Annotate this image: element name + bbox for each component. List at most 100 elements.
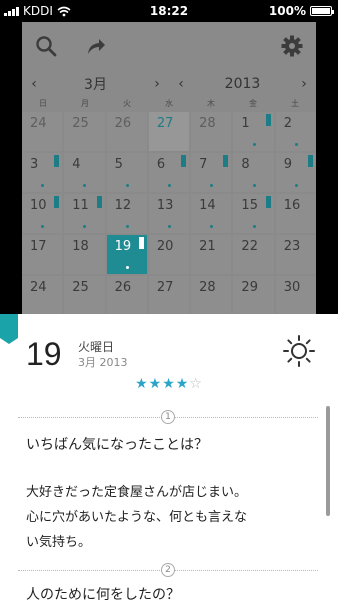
calendar-day[interactable]: 18	[64, 235, 105, 274]
calendar-day[interactable]: 28	[191, 112, 232, 151]
calendar-day[interactable]: 9	[275, 153, 316, 192]
day-number: 29	[241, 280, 258, 295]
calendar-day[interactable]: 27	[148, 112, 190, 151]
star-filled-icon[interactable]: ★	[135, 376, 149, 392]
calendar-day[interactable]: 15	[233, 194, 274, 233]
calendar-day[interactable]: 26	[106, 276, 147, 314]
calendar-day[interactable]: 10	[22, 194, 63, 233]
status-bar: KDDI 18:22 100%	[0, 0, 338, 22]
calendar-day[interactable]: 14	[191, 194, 232, 233]
star-filled-icon[interactable]: ★	[149, 376, 163, 392]
calendar-day[interactable]: 17	[22, 235, 63, 274]
prev-year-button[interactable]: ‹	[169, 76, 193, 92]
calendar-day[interactable]: 6	[148, 153, 190, 192]
share-arrow-icon[interactable]	[84, 34, 108, 58]
entry-dot-icon	[41, 225, 45, 228]
answer-text: 大好きだった定食屋さんが店じまい。 心に穴があいたような、何とも言えな い気持ち…	[26, 485, 248, 550]
calendar-day[interactable]: 5	[106, 153, 147, 192]
gear-icon[interactable]	[280, 34, 304, 58]
day-number: 6	[156, 157, 166, 172]
calendar-day[interactable]: 3	[22, 153, 63, 192]
entry-dot-icon	[167, 225, 171, 228]
calendar-day[interactable]: 7	[191, 153, 232, 192]
star-empty-icon[interactable]: ☆	[189, 376, 203, 392]
calendar-day[interactable]: 21	[191, 235, 232, 274]
calendar-day[interactable]: 25	[64, 112, 105, 151]
calendar-day[interactable]: 23	[275, 235, 316, 274]
calendar-day[interactable]: 26	[106, 112, 147, 151]
calendar-day[interactable]: 12	[106, 194, 147, 233]
calendar-day[interactable]: 27	[148, 276, 190, 314]
star-filled-icon[interactable]: ★	[176, 376, 190, 392]
day-number: 7	[199, 157, 208, 172]
entry-dot-icon	[83, 225, 87, 228]
day-number: 20	[156, 239, 174, 254]
calendar-panel: ‹ 3月 › ‹ 2013 › 日月火水木金土 24 25 26 27 28 1 2 3 4 5 6…	[22, 22, 316, 314]
bookmark-ribbon-icon[interactable]	[0, 314, 18, 344]
entry-dot-icon	[41, 184, 45, 187]
calendar-day[interactable]: 30	[275, 276, 316, 314]
bookmark-flag-icon	[223, 155, 229, 170]
entry-dot-icon	[210, 184, 214, 187]
calendar-day-selected[interactable]: 19	[106, 235, 147, 274]
bookmark-flag-icon	[265, 114, 271, 129]
search-icon[interactable]	[34, 34, 58, 58]
day-number: 8	[241, 157, 250, 172]
entry-divider: 2	[18, 563, 318, 577]
day-number: 14	[199, 198, 216, 213]
year-label: 2013	[224, 76, 261, 92]
entry-dot-icon	[125, 184, 129, 187]
next-month-button[interactable]: ›	[145, 76, 169, 92]
day-number: 2	[283, 116, 292, 131]
entry-dot-icon	[294, 184, 298, 187]
day-number: 24	[30, 116, 47, 131]
entry-month-year: 3月 2013	[78, 356, 128, 369]
entry-dot-icon	[125, 266, 129, 269]
day-number: 3	[30, 157, 39, 172]
battery-level	[312, 8, 330, 14]
rating-stars[interactable]: ★★★★☆	[0, 376, 338, 392]
day-number: 16	[283, 198, 301, 213]
weekday-label: 日	[39, 99, 47, 108]
entry-day: 19	[26, 336, 62, 372]
calendar-day[interactable]: 29	[233, 276, 274, 314]
entry-dot-icon	[252, 225, 256, 228]
calendar-day[interactable]: 13	[148, 194, 190, 233]
day-number: 4	[72, 157, 81, 172]
day-number: 26	[114, 116, 132, 131]
calendar-day[interactable]: 2	[275, 112, 316, 151]
month-year-nav: ‹ 3月 › ‹ 2013 ›	[22, 70, 316, 98]
calendar-day[interactable]: 20	[148, 235, 190, 274]
calendar-day[interactable]: 22	[233, 235, 274, 274]
day-number: 27	[156, 280, 174, 295]
calendar-day[interactable]: 28	[191, 276, 232, 314]
calendar-day[interactable]: 11	[64, 194, 105, 233]
sun-icon[interactable]	[282, 334, 316, 368]
scrollbar[interactable]	[326, 406, 330, 516]
bookmark-flag-icon	[265, 196, 271, 211]
day-number: 5	[114, 157, 123, 172]
question-text: 人のために何をしたの？	[26, 587, 180, 600]
day-number: 25	[72, 280, 89, 295]
calendar-grid: 24 25 26 27 28 1 2 3 4 5 6 7 8 9 10 11 12 13 14 15 16 17 18 19 2…	[22, 112, 316, 314]
calendar-day[interactable]: 4	[64, 153, 105, 192]
battery-icon	[310, 6, 334, 16]
day-number: 25	[72, 116, 89, 131]
next-year-button[interactable]: ›	[292, 76, 316, 92]
month-label: 3月	[84, 77, 107, 93]
day-number: 10	[30, 198, 47, 213]
weekday-header: 日月火水木金土	[22, 98, 316, 112]
calendar-day[interactable]: 24	[22, 276, 63, 314]
entry-weekday: 火曜日	[78, 340, 115, 354]
prev-month-button[interactable]: ‹	[22, 76, 46, 92]
calendar-day[interactable]: 1	[233, 112, 274, 151]
day-number: 12	[114, 198, 132, 213]
entry-dot-icon	[252, 184, 256, 187]
calendar-day[interactable]: 8	[233, 153, 274, 192]
calendar-day[interactable]: 25	[64, 276, 105, 314]
calendar-day[interactable]: 16	[275, 194, 316, 233]
calendar-day[interactable]: 24	[22, 112, 63, 151]
day-number: 22	[241, 239, 258, 254]
bookmark-flag-icon	[54, 155, 60, 170]
star-filled-icon[interactable]: ★	[162, 376, 176, 392]
